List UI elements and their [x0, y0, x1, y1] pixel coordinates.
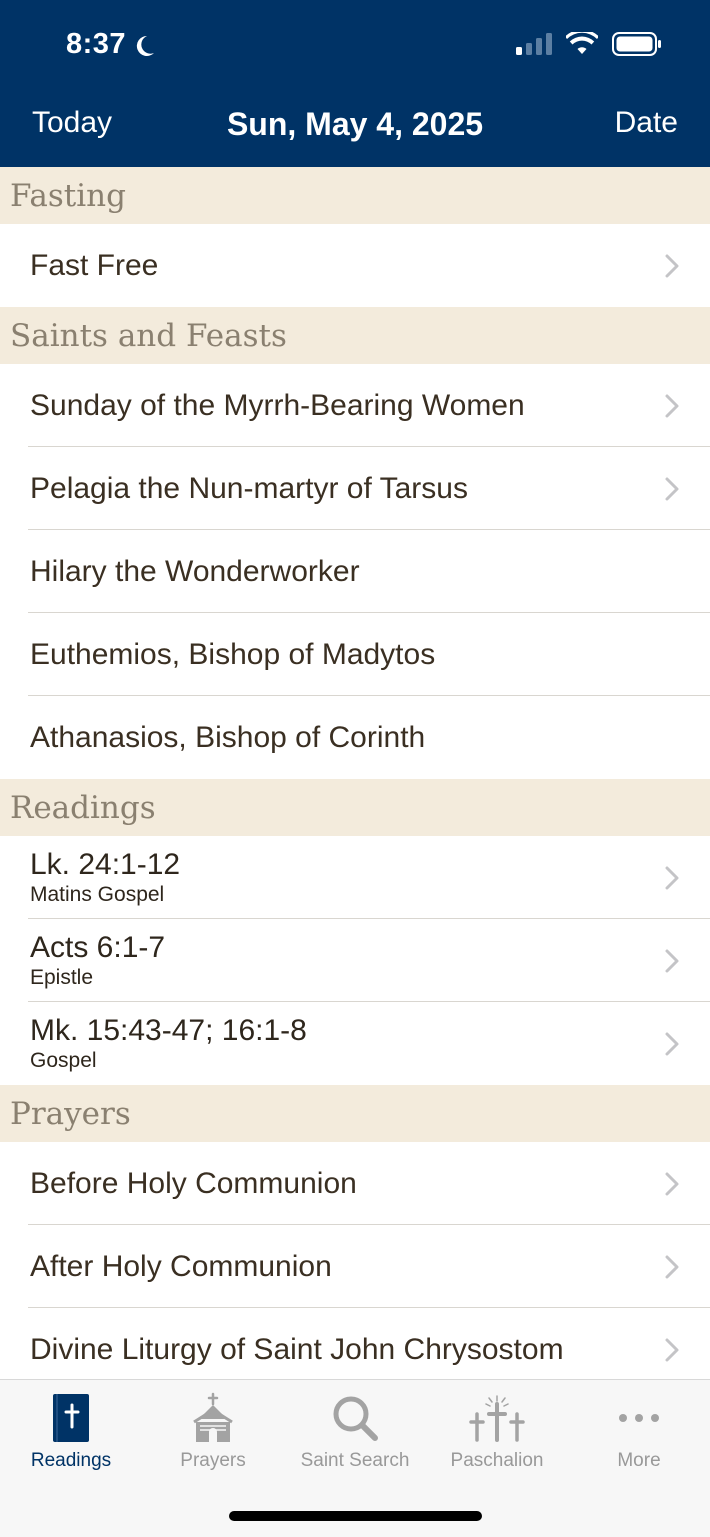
chevron-right-icon	[665, 1255, 679, 1278]
saint-row: Euthemios, Bishop of Madytos	[0, 613, 710, 696]
ellipsis-icon	[619, 1414, 659, 1422]
current-date-title: Sun, May 4, 2025	[226, 106, 484, 142]
tab-label: Prayers	[180, 1450, 246, 1471]
section-header-saints: Saints and Feasts	[0, 307, 710, 364]
status-time-text: 8:37	[66, 28, 127, 60]
reading-row[interactable]: Acts 6:1-7 Epistle	[0, 919, 710, 1002]
saint-label: Pelagia the Nun-martyr of Tarsus	[30, 471, 468, 505]
home-indicator[interactable]	[229, 1511, 482, 1521]
search-icon	[333, 1396, 378, 1441]
tab-readings[interactable]: Readings	[0, 1380, 142, 1480]
chevron-right-icon	[665, 477, 679, 500]
reading-type: Gospel	[30, 1048, 97, 1072]
tab-saint-search[interactable]: Saint Search	[284, 1380, 426, 1480]
reading-reference: Lk. 24:1-12	[30, 847, 181, 881]
reading-type: Epistle	[30, 965, 94, 989]
reading-reference: Acts 6:1-7	[30, 930, 166, 964]
saint-row[interactable]: Pelagia the Nun-martyr of Tarsus	[0, 447, 710, 530]
reading-row[interactable]: Mk. 15:43-47; 16:1-8 Gospel	[0, 1002, 710, 1085]
moon-icon	[136, 35, 155, 56]
chevron-right-icon	[665, 866, 679, 889]
saint-label: Hilary the Wonderworker	[30, 554, 360, 588]
day-content-list: Fasting Fast Free Saints and Feasts Sund…	[0, 167, 710, 1391]
chevron-right-icon	[665, 254, 679, 277]
cellular-signal-icon	[516, 33, 552, 55]
saint-row: Athanasios, Bishop of Corinth	[0, 696, 710, 779]
prayer-label: After Holy Communion	[30, 1249, 332, 1283]
reading-reference: Mk. 15:43-47; 16:1-8	[30, 1013, 307, 1047]
chevron-right-icon	[665, 1338, 679, 1361]
today-button[interactable]: Today	[32, 106, 112, 140]
saint-row: Hilary the Wonderworker	[0, 530, 710, 613]
fasting-label: Fast Free	[30, 248, 159, 282]
tab-more[interactable]: More	[568, 1380, 710, 1480]
fasting-row[interactable]: Fast Free	[0, 224, 710, 307]
church-icon	[193, 1392, 233, 1442]
tab-prayers[interactable]: Prayers	[142, 1380, 284, 1480]
wifi-icon	[566, 32, 598, 54]
chevron-right-icon	[665, 394, 679, 417]
saint-row[interactable]: Sunday of the Myrrh-Bearing Women	[0, 364, 710, 447]
section-header-readings: Readings	[0, 779, 710, 836]
chevron-right-icon	[665, 1032, 679, 1055]
navigation-header: 8:37 Today Sun, May 4, 2025 Date	[0, 0, 710, 167]
tab-label: Readings	[30, 1450, 112, 1471]
saint-label: Euthemios, Bishop of Madytos	[30, 637, 436, 671]
status-time: 8:37	[66, 28, 156, 61]
date-picker-button[interactable]: Date	[615, 106, 678, 140]
tab-label: Paschalion	[450, 1450, 544, 1471]
saint-label: Athanasios, Bishop of Corinth	[30, 720, 426, 754]
reading-type: Matins Gospel	[30, 882, 165, 906]
prayer-row[interactable]: Before Holy Communion	[0, 1142, 710, 1225]
prayer-label: Divine Liturgy of Saint John Chrysostom	[30, 1332, 564, 1366]
prayer-row[interactable]: After Holy Communion	[0, 1225, 710, 1308]
prayer-label: Before Holy Communion	[30, 1166, 357, 1200]
saint-label: Sunday of the Myrrh-Bearing Women	[30, 388, 525, 422]
section-header-fasting: Fasting	[0, 167, 710, 224]
three-crosses-icon	[469, 1395, 525, 1442]
tab-paschalion[interactable]: Paschalion	[426, 1380, 568, 1480]
chevron-right-icon	[665, 949, 679, 972]
battery-icon	[612, 32, 661, 56]
chevron-right-icon	[665, 1172, 679, 1195]
reading-row[interactable]: Lk. 24:1-12 Matins Gospel	[0, 836, 710, 919]
section-header-prayers: Prayers	[0, 1085, 710, 1142]
status-icons	[516, 32, 662, 56]
tab-label: Saint Search	[300, 1450, 410, 1471]
tab-label: More	[617, 1450, 661, 1471]
bible-icon	[53, 1394, 89, 1442]
